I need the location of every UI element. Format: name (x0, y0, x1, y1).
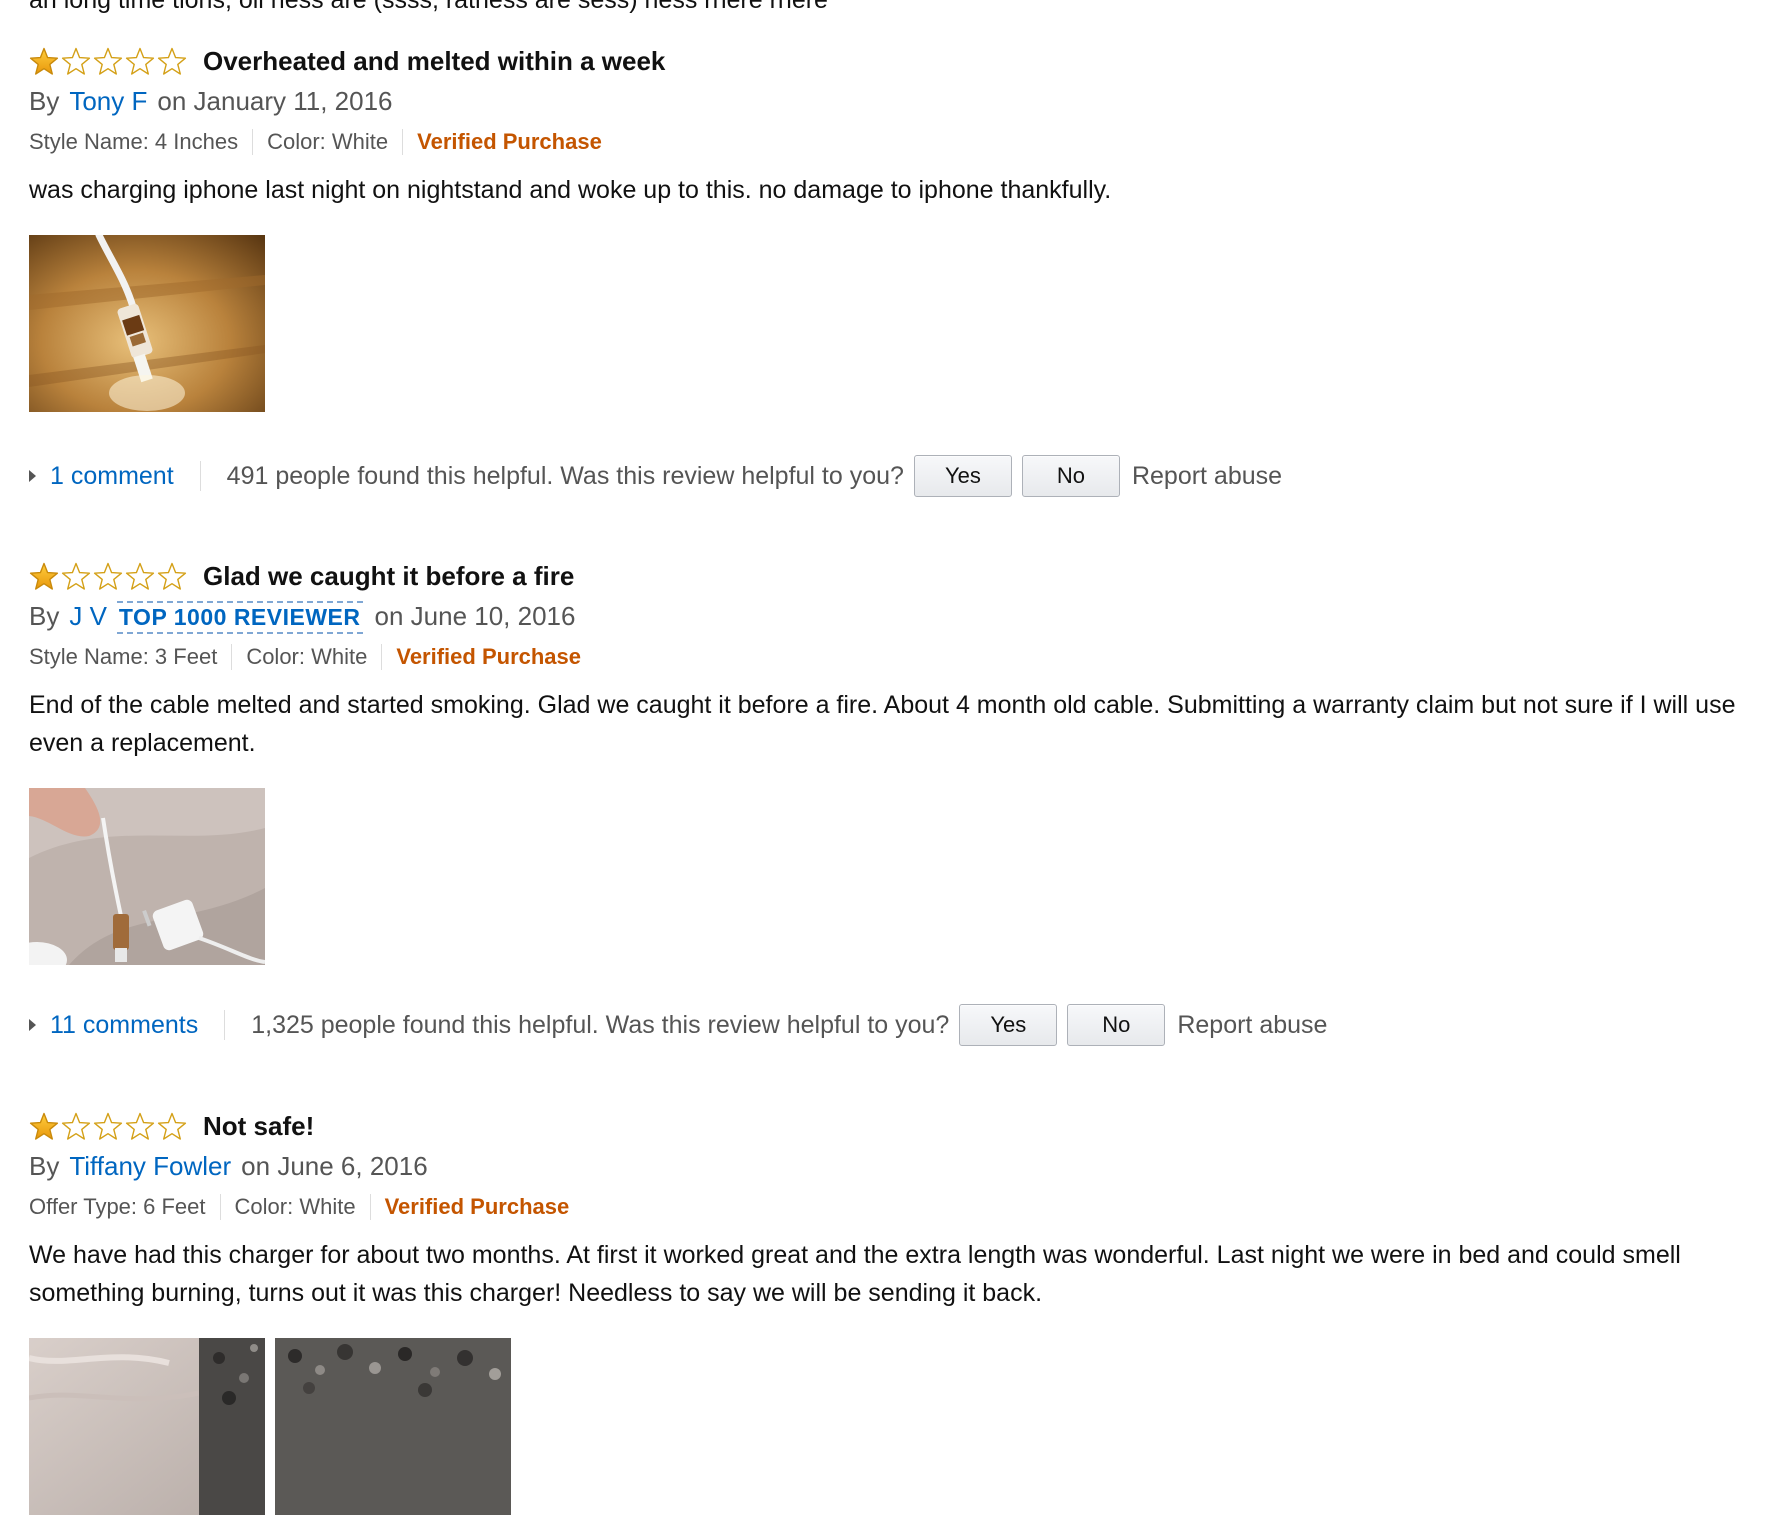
review-actions: 11 comments 1,325 people found this help… (29, 1003, 1759, 1047)
verified-purchase-badge[interactable]: Verified Purchase (385, 1194, 570, 1220)
star-empty-icon (125, 562, 155, 590)
star-rating[interactable] (29, 1112, 189, 1141)
review-body: We have had this charger for about two m… (29, 1241, 1681, 1307)
helpful-no-button[interactable]: No (1021, 455, 1120, 497)
verified-purchase-badge[interactable]: Verified Purchase (417, 129, 602, 155)
expand-triangle-icon[interactable] (29, 1019, 36, 1031)
meta-divider (252, 129, 254, 155)
review-date: on June 10, 2016 (374, 601, 576, 631)
actions-divider (224, 1010, 226, 1040)
comments-link[interactable]: 11 comments (50, 1011, 198, 1040)
star-empty-icon (61, 47, 91, 75)
review-byline: By Tony F on January 11, 2016 (29, 86, 1759, 120)
previous-review-text-fragment: an long time tions, oll ness are (ssss, … (29, 0, 828, 14)
color-option: Color: White (246, 644, 368, 669)
meta-divider (219, 1194, 221, 1220)
star-rating[interactable] (29, 562, 189, 591)
actions-divider (199, 461, 201, 491)
meta-divider (369, 1194, 371, 1220)
reviewer-name-link[interactable]: Tony F (69, 86, 147, 117)
review-meta: Style Name: 3 Feet Color: White Verified… (29, 642, 1759, 672)
review-byline: By Tiffany Fowler on June 6, 2016 (29, 1151, 1759, 1185)
review-date: on June 6, 2016 (241, 1151, 428, 1181)
star-empty-icon (157, 1112, 187, 1140)
review-item: Not safe! By Tiffany Fowler on June 6, 2… (29, 1110, 1759, 1515)
offer-type: Offer Type: 6 Feet (29, 1194, 206, 1219)
review-photo-fabric[interactable] (29, 1338, 265, 1515)
review-photo-granite[interactable] (275, 1338, 511, 1515)
style-name: Style Name: 3 Feet (29, 644, 218, 669)
review-date: on January 11, 2016 (157, 86, 393, 116)
star-empty-icon (61, 562, 91, 590)
expand-triangle-icon[interactable] (29, 470, 36, 482)
report-abuse-link[interactable]: Report abuse (1132, 462, 1282, 491)
color-option: Color: White (234, 1194, 356, 1219)
review-body: was charging iphone last night on nights… (29, 176, 1112, 204)
review-title[interactable]: Overheated and melted within a week (203, 46, 665, 77)
review-title-row: Glad we caught it before a fire (29, 560, 1759, 592)
review-images (29, 235, 1759, 412)
star-empty-icon (93, 562, 123, 590)
by-label: By (29, 1151, 60, 1181)
review-title[interactable]: Not safe! (203, 1111, 314, 1142)
helpful-no-button[interactable]: No (1067, 1004, 1166, 1046)
star-empty-icon (93, 1112, 123, 1140)
review-item: Overheated and melted within a week By T… (29, 45, 1759, 498)
helpful-yes-button[interactable]: Yes (959, 1004, 1058, 1046)
review-images (29, 788, 1759, 965)
review-item: Glad we caught it before a fire By J V T… (29, 560, 1759, 1047)
star-filled-icon (29, 562, 59, 590)
by-label: By (29, 86, 60, 116)
reviewer-name-link[interactable]: Tiffany Fowler (69, 1151, 231, 1182)
meta-divider (231, 644, 233, 670)
review-meta: Style Name: 4 Inches Color: White Verifi… (29, 127, 1759, 157)
review-meta: Offer Type: 6 Feet Color: White Verified… (29, 1192, 1759, 1222)
top-reviewer-badge[interactable]: TOP 1000 REVIEWER (116, 601, 363, 634)
review-title-row: Not safe! (29, 1110, 1759, 1142)
star-empty-icon (157, 562, 187, 590)
review-title[interactable]: Glad we caught it before a fire (203, 561, 574, 592)
review-byline: By J V TOP 1000 REVIEWER on June 10, 201… (29, 601, 1759, 635)
helpful-count-text: 491 people found this helpful. Was this … (226, 461, 904, 490)
star-empty-icon (93, 47, 123, 75)
star-filled-icon (29, 47, 59, 75)
meta-divider (381, 644, 383, 670)
star-empty-icon (61, 1112, 91, 1140)
review-images (29, 1338, 1759, 1515)
by-label: By (29, 601, 60, 631)
meta-divider (402, 129, 404, 155)
review-photo-melted-cable[interactable] (29, 235, 265, 412)
verified-purchase-badge[interactable]: Verified Purchase (396, 644, 581, 670)
review-photo-cable-and-adapter[interactable] (29, 788, 265, 965)
star-empty-icon (157, 47, 187, 75)
comments-link[interactable]: 1 comment (50, 462, 174, 491)
helpful-count-text: 1,325 people found this helpful. Was thi… (251, 1010, 950, 1039)
review-actions: 1 comment 491 people found this helpful.… (29, 454, 1759, 498)
review-body: End of the cable melted and started smok… (29, 691, 1736, 757)
review-title-row: Overheated and melted within a week (29, 45, 1759, 77)
star-rating[interactable] (29, 47, 189, 76)
style-name: Style Name: 4 Inches (29, 129, 239, 154)
star-filled-icon (29, 1112, 59, 1140)
reviewer-name-link[interactable]: J V (69, 601, 107, 632)
star-empty-icon (125, 47, 155, 75)
star-empty-icon (125, 1112, 155, 1140)
report-abuse-link[interactable]: Report abuse (1177, 1011, 1327, 1040)
color-option: Color: White (267, 129, 389, 154)
helpful-yes-button[interactable]: Yes (913, 455, 1012, 497)
